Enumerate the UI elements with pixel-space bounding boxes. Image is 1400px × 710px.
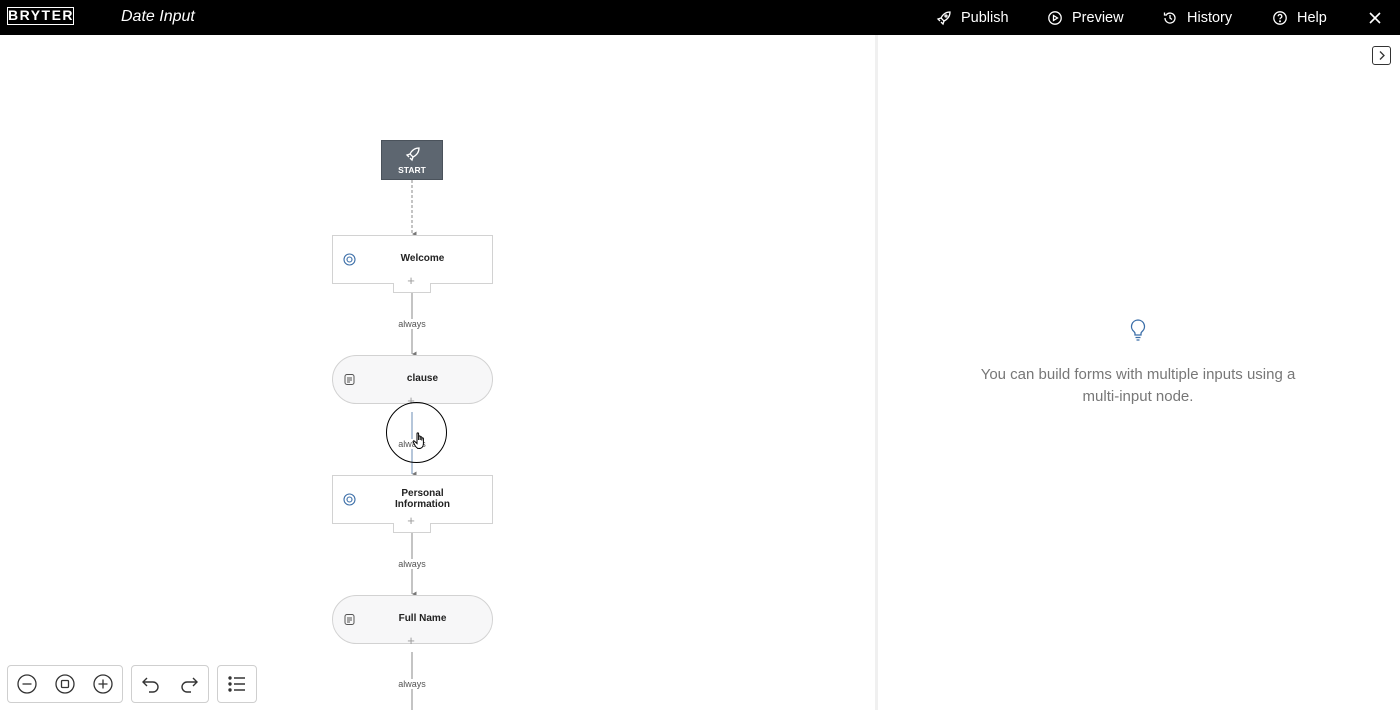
rocket-icon bbox=[405, 147, 420, 162]
rocket-icon bbox=[936, 10, 952, 26]
zoom-out-icon[interactable] bbox=[8, 666, 46, 702]
start-node[interactable]: START bbox=[381, 140, 443, 180]
start-label: START bbox=[398, 165, 426, 175]
zoom-in-icon[interactable] bbox=[84, 666, 122, 702]
help-label: Help bbox=[1297, 9, 1327, 26]
publish-label: Publish bbox=[961, 9, 1009, 26]
history-icon bbox=[1162, 10, 1178, 26]
fit-view-icon[interactable] bbox=[46, 666, 84, 702]
node-label: clause bbox=[406, 373, 439, 385]
document-icon bbox=[343, 373, 356, 391]
outline-controls bbox=[217, 665, 257, 703]
node-label: Personal Information bbox=[395, 488, 450, 510]
add-node-button[interactable]: + bbox=[405, 634, 417, 647]
undo-icon[interactable] bbox=[132, 666, 170, 702]
redo-icon[interactable] bbox=[170, 666, 208, 702]
history-controls bbox=[131, 665, 209, 703]
publish-button[interactable]: Publish bbox=[936, 0, 1009, 35]
collapse-panel-button[interactable] bbox=[1372, 46, 1391, 65]
target-icon bbox=[343, 493, 356, 511]
edge-label: always bbox=[382, 559, 442, 569]
help-button[interactable]: Help bbox=[1272, 0, 1327, 35]
tip-text: You can build forms with multiple inputs… bbox=[980, 366, 1296, 405]
document-icon bbox=[343, 613, 356, 631]
edge-label: always bbox=[382, 679, 442, 689]
add-node-button[interactable]: + bbox=[405, 274, 417, 287]
preview-button[interactable]: Preview bbox=[1047, 0, 1124, 35]
history-button[interactable]: History bbox=[1162, 0, 1232, 35]
lightbulb-icon bbox=[1128, 318, 1148, 347]
help-circle-icon bbox=[1272, 10, 1288, 26]
close-icon[interactable] bbox=[1366, 9, 1384, 27]
add-node-button[interactable]: + bbox=[405, 514, 417, 527]
node-label: Full Name bbox=[398, 613, 447, 625]
history-label: History bbox=[1187, 9, 1233, 26]
preview-label: Preview bbox=[1072, 9, 1124, 26]
target-icon bbox=[343, 253, 356, 271]
list-icon[interactable] bbox=[218, 666, 256, 702]
edge-label: always bbox=[382, 319, 442, 329]
play-circle-icon bbox=[1047, 10, 1063, 26]
chevron-right-icon bbox=[1379, 51, 1385, 60]
zoom-controls bbox=[7, 665, 123, 703]
hand-cursor-icon bbox=[412, 431, 428, 456]
node-label: Welcome bbox=[400, 253, 445, 265]
